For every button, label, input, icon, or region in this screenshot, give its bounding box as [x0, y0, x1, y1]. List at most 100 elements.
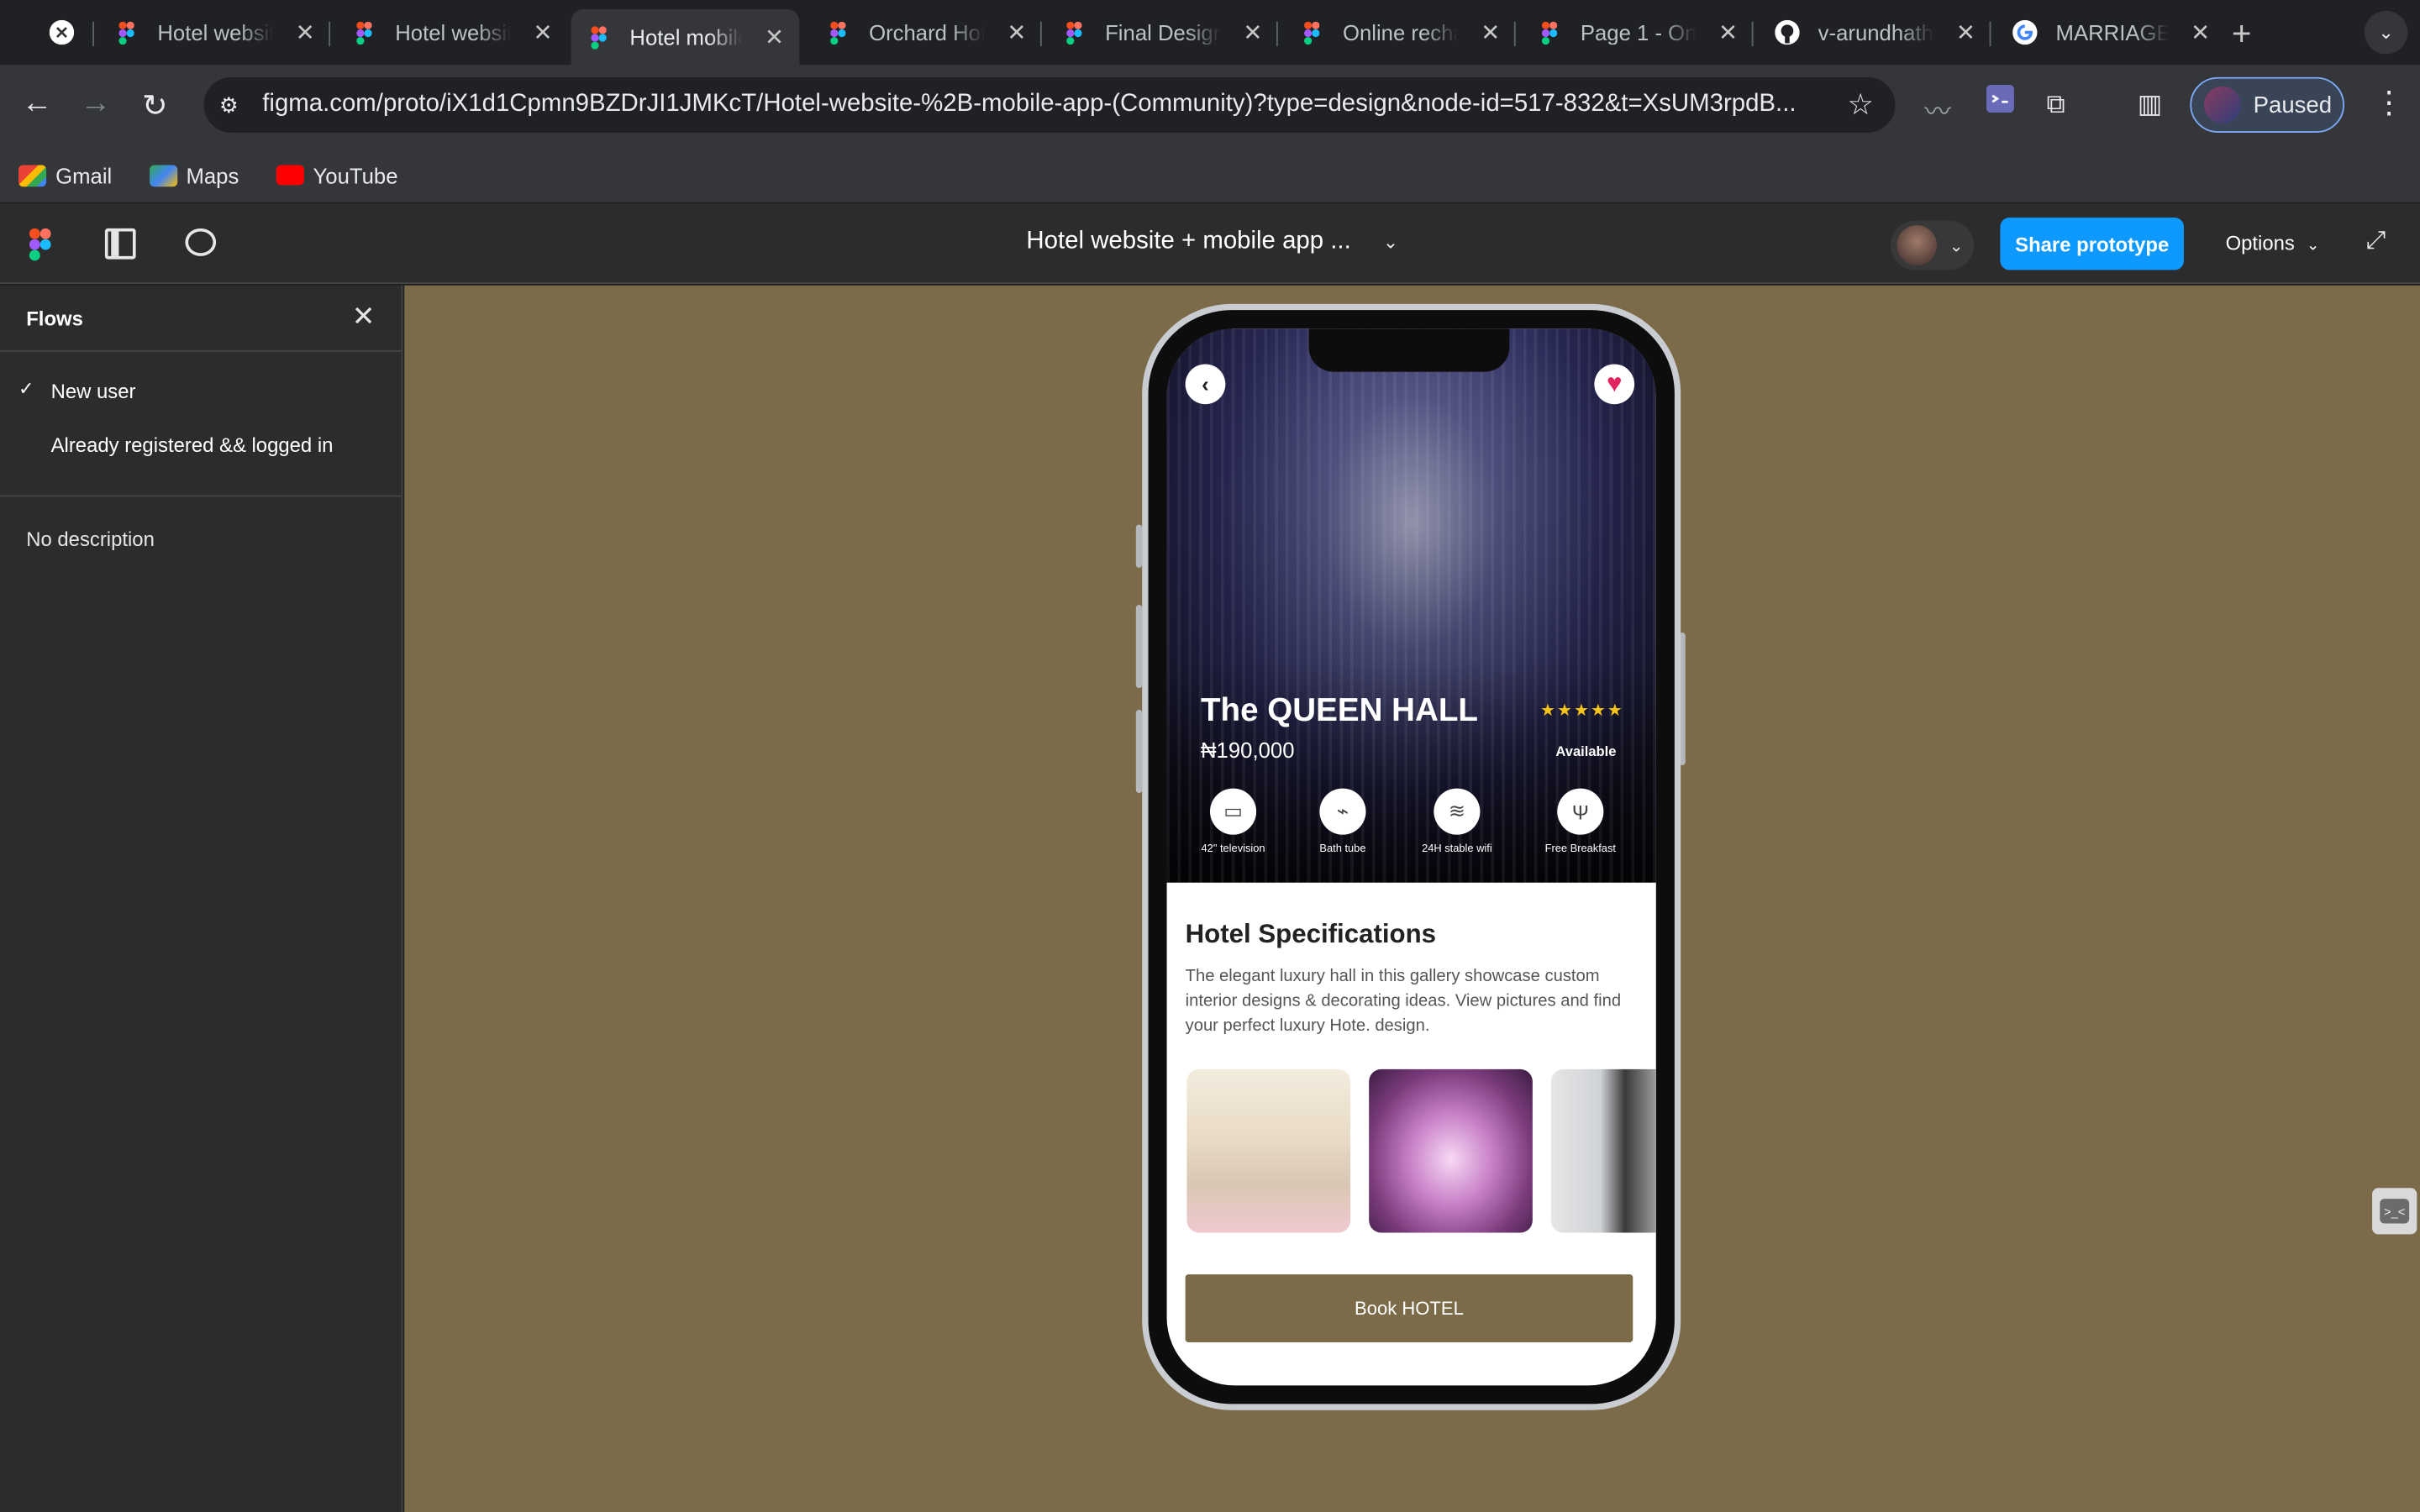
bookmarks-bar: Gmail Maps YouTube: [0, 148, 2420, 204]
figma-icon: [114, 20, 139, 45]
share-prototype-button[interactable]: Share prototype: [2000, 217, 2184, 270]
new-tab-button[interactable]: +: [2232, 14, 2252, 55]
gallery-image[interactable]: [1186, 1068, 1351, 1233]
close-icon[interactable]: ✕: [765, 24, 784, 51]
checkmark-icon: ✓: [18, 378, 34, 400]
extension-icon[interactable]: [1986, 85, 2014, 120]
github-icon: [1775, 19, 1800, 45]
tab-9[interactable]: MARRIAGE I ✕: [1997, 9, 2226, 55]
figma-icon: [587, 24, 611, 49]
tab-7[interactable]: Page 1 - Onl ✕: [1522, 9, 1754, 55]
tab-title: Orchard Hot: [869, 19, 986, 45]
figma-logo-icon[interactable]: [29, 228, 51, 261]
figma-prototype-header: Hotel website + mobile app ... ⌄ ⌄ Share…: [0, 203, 2420, 284]
tab-strip: Hotel websit ✕ Hotel websit ✕ Hotel mobi…: [0, 0, 2420, 66]
phone-side-button: [1135, 605, 1143, 689]
close-icon[interactable]: ✕: [533, 18, 552, 46]
close-icon[interactable]: ✕: [1243, 18, 1262, 46]
tab-2[interactable]: Hotel websit ✕: [336, 9, 568, 55]
profile-button[interactable]: Paused: [2190, 76, 2344, 133]
tab-5[interactable]: Final Design ✕: [1046, 9, 1278, 55]
back-button[interactable]: ‹: [1185, 364, 1226, 405]
fullscreen-icon[interactable]: ⤢: [2366, 228, 2386, 256]
favorite-button[interactable]: ♥: [1594, 364, 1635, 405]
tab-title: Final Design: [1105, 19, 1222, 45]
close-icon[interactable]: ✕: [1481, 18, 1500, 46]
app-screen: ‹ ♥ The QUEEN HALL ★★★★★ ₦190,000 Availa…: [1166, 328, 1656, 1386]
amenity-television: ▭ 42" television: [1179, 788, 1287, 855]
tab-4[interactable]: Orchard Hot ✕: [810, 9, 1042, 55]
tab-title: Hotel mobile: [629, 24, 744, 50]
amenity-bath-tube: ⌁ Bath tube: [1289, 788, 1397, 855]
shower-icon: ⌁: [1319, 788, 1366, 835]
close-icon[interactable]: ✕: [296, 18, 315, 46]
tab-6[interactable]: Online recha ✕: [1284, 9, 1516, 55]
rating-stars: ★★★★★: [1540, 701, 1624, 721]
bookmark-star-icon[interactable]: ☆: [1847, 87, 1873, 123]
bookmark-maps[interactable]: Maps: [149, 163, 239, 187]
forward-arrow-icon[interactable]: →: [81, 87, 112, 122]
figma-icon: [1300, 20, 1324, 45]
tab-title: Page 1 - Onl: [1580, 19, 1697, 45]
url-text[interactable]: figma.com/proto/iX1d1Cpmn9BZDrJI1JMKcT/H…: [262, 91, 1821, 118]
toggle-sidebar-icon[interactable]: [104, 228, 136, 260]
more-menu-icon[interactable]: ⋮: [2374, 83, 2405, 122]
spec-title: Hotel Specifications: [1185, 919, 1437, 949]
wifi-icon: ≋: [1434, 788, 1481, 835]
puzzle-icon[interactable]: ⧉: [2047, 90, 2065, 121]
tab-title: v-arundhath: [1818, 19, 1933, 45]
chatgpt-icon: [49, 19, 75, 45]
youtube-icon: [276, 165, 304, 186]
back-arrow-icon[interactable]: ←: [22, 87, 53, 122]
close-icon[interactable]: ✕: [1007, 18, 1026, 46]
heart-icon: ♥: [1606, 368, 1623, 398]
site-info-icon[interactable]: ⚙: [219, 92, 253, 118]
tab-title: Hotel websit: [157, 19, 274, 45]
figma-icon: [1537, 20, 1561, 45]
comment-icon[interactable]: [185, 228, 217, 256]
tab-title: MARRIAGE I: [2055, 19, 2170, 45]
gallery-image[interactable]: [1550, 1068, 1656, 1233]
address-bar[interactable]: ⚙ figma.com/proto/iX1d1Cpmn9BZDrJI1JMKcT…: [203, 76, 1896, 133]
side-panel-icon[interactable]: ▥: [2138, 90, 2163, 121]
tab-3-active[interactable]: Hotel mobile ✕: [571, 9, 800, 66]
spec-description: The elegant luxury hall in this gallery …: [1185, 967, 1622, 1036]
collaborator-avatar[interactable]: ⌄: [1891, 220, 1975, 270]
figma-icon: [352, 20, 376, 45]
chevron-left-icon: ‹: [1202, 371, 1209, 397]
tab-1[interactable]: Hotel websit ✕: [99, 9, 331, 55]
amenity-breakfast: Ψ Free Breakfast: [1527, 788, 1635, 855]
devtools-widget[interactable]: >_<: [2372, 1188, 2417, 1235]
close-icon[interactable]: ✕: [1956, 18, 1975, 46]
flow-item-registered[interactable]: Already registered && logged in: [0, 420, 402, 472]
tab-8[interactable]: v-arundhath ✕: [1760, 9, 1991, 55]
bookmark-gmail[interactable]: Gmail: [18, 163, 112, 187]
cutlery-icon: Ψ: [1557, 788, 1604, 835]
tab-title: Online recha: [1342, 19, 1460, 45]
close-icon[interactable]: ✕: [352, 301, 376, 333]
file-title[interactable]: Hotel website + mobile app ...: [1026, 228, 1350, 256]
phone-side-button: [1135, 709, 1143, 794]
phone-frame: ‹ ♥ The QUEEN HALL ★★★★★ ₦190,000 Availa…: [1142, 303, 1681, 1410]
availability-status: Available: [1555, 743, 1617, 759]
close-icon[interactable]: ✕: [2191, 18, 2210, 46]
reload-icon[interactable]: ↻: [142, 87, 168, 125]
avatar: [1897, 225, 1938, 265]
activity-icon[interactable]: 〰: [1924, 90, 1950, 129]
terminal-icon: >_<: [2380, 1199, 2410, 1224]
chevron-down-icon[interactable]: ⌄: [1383, 232, 1398, 254]
options-menu[interactable]: Options ⌄: [2226, 232, 2320, 255]
flow-description: No description: [26, 528, 155, 551]
bookmark-youtube[interactable]: YouTube: [276, 163, 398, 187]
phone-notch: [1308, 328, 1510, 372]
book-hotel-button[interactable]: Book HOTEL: [1185, 1274, 1634, 1342]
browser-toolbar: ← → ↻ ⚙ figma.com/proto/iX1d1Cpmn9BZDrJI…: [0, 65, 2420, 149]
close-icon[interactable]: ✕: [1718, 18, 1738, 46]
tab-search-button[interactable]: ⌄: [2364, 10, 2408, 55]
gallery-image[interactable]: [1369, 1068, 1533, 1233]
figma-icon: [826, 20, 850, 45]
tab-0[interactable]: [34, 9, 95, 55]
profile-status: Paused: [2253, 92, 2333, 118]
flows-panel: Flows ✕ ✓ New user Already registered &&…: [0, 285, 403, 1512]
flow-item-new-user[interactable]: ✓ New user: [0, 365, 402, 417]
